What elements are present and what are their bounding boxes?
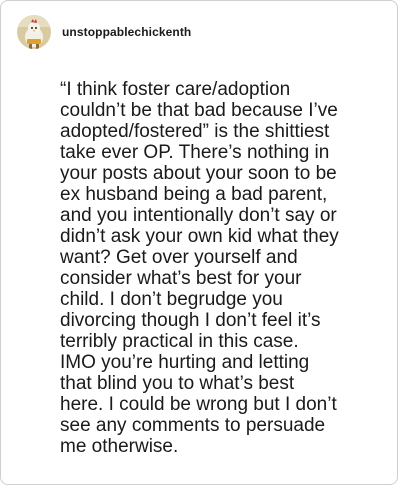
post-header: unstoppablechickenth bbox=[17, 15, 191, 49]
post-card: unstoppablechickenth “I think foster car… bbox=[0, 0, 398, 485]
chicken-avatar-icon bbox=[17, 15, 51, 49]
username[interactable]: unstoppablechickenth bbox=[62, 25, 191, 39]
avatar[interactable] bbox=[17, 15, 51, 49]
post-text: “I think foster care/adoption couldn’t b… bbox=[60, 79, 339, 457]
